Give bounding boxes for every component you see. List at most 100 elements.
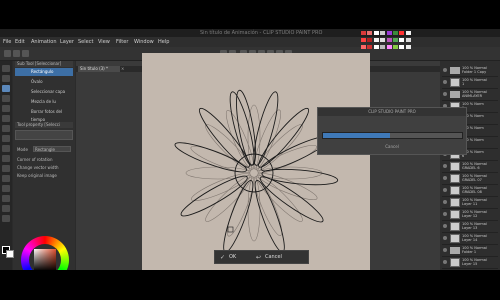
text-tool-icon[interactable] (2, 195, 10, 202)
menu-view[interactable]: View (98, 39, 110, 45)
palette-swatch[interactable] (405, 31, 411, 35)
palette-swatch[interactable] (367, 38, 373, 42)
transform-handle[interactable] (227, 226, 234, 233)
progress-cancel-button[interactable]: Cancel (318, 144, 466, 150)
eraser-tool-icon[interactable] (2, 145, 10, 152)
progress-dialog-title: CLIP STUDIO PAINT PRO (318, 108, 466, 116)
layer-row[interactable]: 100 % Normal Layer 12 (442, 209, 498, 221)
gradient-tool-icon[interactable] (2, 175, 10, 182)
layer-row[interactable]: 100 % Normal Folder 1 (442, 245, 498, 257)
layer-name: 100 % Normal Folder 1 Copy (462, 66, 487, 74)
tool-preview (15, 130, 73, 140)
menu-window[interactable]: Window (134, 39, 154, 45)
palette-swatch[interactable] (380, 31, 386, 35)
layer-row[interactable]: 100 % Normal Folder 1 Copy (442, 65, 498, 77)
eye-icon[interactable] (443, 212, 447, 216)
palette-swatch[interactable] (399, 45, 405, 49)
subtool-item-rectangle[interactable]: Rectángulo (15, 68, 73, 76)
eye-icon[interactable] (443, 176, 447, 180)
eye-icon[interactable] (443, 236, 447, 240)
palette-swatch[interactable] (405, 45, 411, 49)
eye-icon[interactable] (443, 188, 447, 192)
layer-row[interactable]: 100 % Normal Layer 15 (442, 257, 498, 269)
document-tab[interactable]: Sin título (3) * (78, 66, 120, 72)
palette-swatch[interactable] (386, 38, 392, 42)
brush-tool-icon[interactable] (2, 125, 10, 132)
palette-swatch[interactable] (361, 31, 366, 35)
fill-tool-icon[interactable] (2, 165, 10, 172)
open-icon[interactable] (13, 50, 20, 57)
palette-swatch[interactable] (405, 38, 411, 42)
menu-help[interactable]: Help (158, 39, 169, 45)
move-tool-icon[interactable] (2, 75, 10, 82)
eye-icon[interactable] (443, 164, 447, 168)
transform-ok-button[interactable]: ✓ OK (219, 253, 236, 262)
save-icon[interactable] (22, 50, 29, 57)
palette-swatch[interactable] (392, 38, 398, 42)
palette-swatch[interactable] (399, 31, 405, 35)
palette-swatch[interactable] (399, 38, 405, 42)
layer-row[interactable]: 100 % Normal Layer 13 (442, 221, 498, 233)
palette-swatch[interactable] (380, 38, 386, 42)
progress-bar (322, 132, 463, 139)
palette-swatch[interactable] (367, 45, 373, 49)
background-color[interactable] (6, 250, 14, 258)
palette-swatch[interactable] (373, 38, 379, 42)
palette-swatch[interactable] (373, 31, 379, 35)
selection-tool-icon[interactable] (2, 85, 10, 92)
eye-icon[interactable] (443, 80, 447, 84)
layer-thumbnail (450, 222, 460, 231)
palette-swatch[interactable] (367, 31, 373, 35)
eye-icon[interactable] (443, 92, 447, 96)
pen-tool-icon[interactable] (2, 105, 10, 112)
menu-layer[interactable]: Layer (60, 39, 74, 45)
layer-row[interactable]: 100 % Normal GRADEL 6 (442, 161, 498, 173)
palette-swatch[interactable] (361, 45, 366, 49)
blend-tool-icon[interactable] (2, 155, 10, 162)
eye-icon[interactable] (443, 200, 447, 204)
layer-row[interactable]: 100 % Normal 1 (442, 77, 498, 89)
palette-swatch[interactable] (380, 45, 386, 49)
ruler-tool-icon[interactable] (2, 215, 10, 222)
palette-swatch[interactable] (392, 31, 398, 35)
cancel-label: Cancel (265, 254, 282, 260)
change-vector-label[interactable]: Change vector width (17, 165, 59, 170)
subtool-item-select-layer[interactable]: Seleccionar capa (15, 88, 73, 96)
palette-swatch[interactable] (392, 45, 398, 49)
layer-row[interactable]: 100 % Normal Layer 14 (442, 233, 498, 245)
color-palette[interactable] (361, 31, 411, 51)
eye-icon[interactable] (443, 68, 447, 72)
eye-icon[interactable] (443, 224, 447, 228)
subtool-item-ellipse[interactable]: Óvalo (15, 78, 73, 86)
menu-animation[interactable]: Animation (31, 39, 57, 45)
airbrush-tool-icon[interactable] (2, 135, 10, 142)
palette-swatch[interactable] (386, 45, 392, 49)
layer-row[interactable]: 100 % Normal GRADEL 07 (442, 173, 498, 185)
menu-file[interactable]: File (3, 39, 11, 45)
saturation-value-square[interactable] (34, 249, 56, 270)
subtool-item-delete[interactable]: Borrar fotos del tiempo (15, 108, 73, 122)
eyedropper-tool-icon[interactable] (2, 95, 10, 102)
new-icon[interactable] (4, 50, 11, 57)
palette-swatch[interactable] (386, 31, 392, 35)
palette-swatch[interactable] (361, 38, 366, 42)
palette-swatch[interactable] (373, 45, 379, 49)
menu-edit[interactable]: Edit (15, 39, 25, 45)
keep-original-label[interactable]: Keep original image (17, 173, 57, 178)
layer-row[interactable]: 100 % Normal GRADEL 08 (442, 185, 498, 197)
eye-icon[interactable] (443, 248, 447, 252)
subtool-item-blend[interactable]: Mezcla de lu (15, 98, 73, 106)
drawing-canvas[interactable] (142, 53, 370, 270)
menu-filter[interactable]: Filter (116, 39, 128, 45)
transform-cancel-button[interactable]: ↩ Cancel (255, 253, 282, 262)
balloon-tool-icon[interactable] (2, 205, 10, 212)
figure-tool-icon[interactable] (2, 185, 10, 192)
menu-select[interactable]: Select (78, 39, 93, 45)
layer-panel: 100 % Normal Folder 1 Copy 100 % Normal 1… (440, 61, 500, 270)
layer-row[interactable]: 100 % Normal ANIMLAYER (442, 89, 498, 101)
layer-row[interactable]: 100 % Normal Layer 11 (442, 197, 498, 209)
pencil-tool-icon[interactable] (2, 115, 10, 122)
tab-close-icon[interactable]: × (121, 66, 126, 72)
zoom-tool-icon[interactable] (2, 65, 10, 72)
eye-icon[interactable] (443, 260, 447, 264)
